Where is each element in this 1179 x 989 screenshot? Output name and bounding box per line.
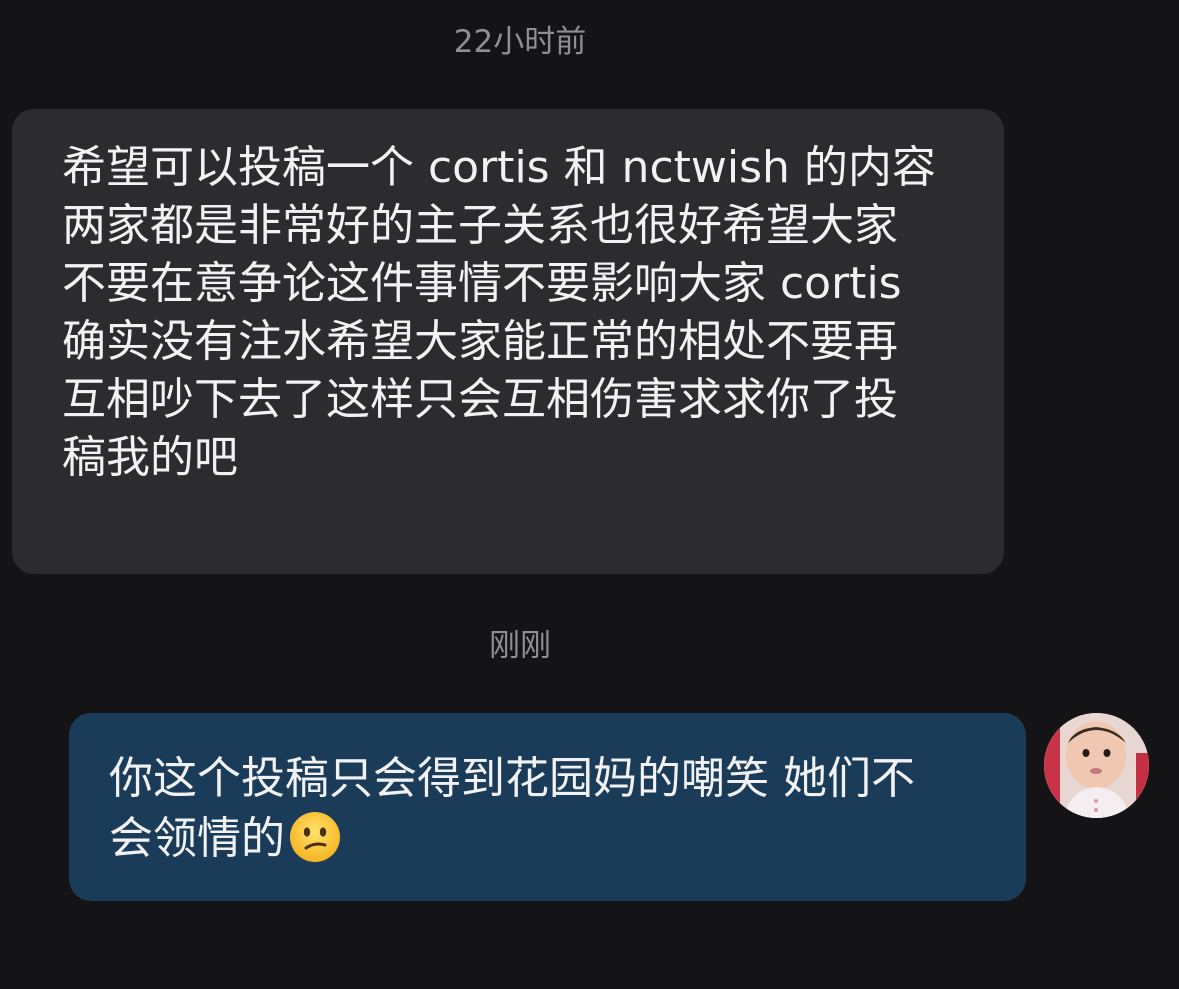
- message-timestamp: 22小时前: [453, 24, 587, 60]
- outgoing-message-bubble[interactable]: 你这个投稿只会得到花园妈的嘲笑 她们不 会领情的: [69, 713, 1026, 901]
- message-text-line: 希望可以投稿一个 cortis 和 nctwish 的内容: [62, 142, 936, 193]
- message-text-line: 确实没有注水希望大家能正常的相处不要再: [62, 316, 898, 367]
- message-text-line: 稿我的吧: [62, 432, 238, 483]
- user-avatar[interactable]: [1044, 713, 1149, 818]
- message-text-line: 你这个投稿只会得到花园妈的嘲笑 她们不: [109, 753, 915, 804]
- message-timestamp: 刚刚: [489, 628, 551, 664]
- incoming-message-bubble[interactable]: 希望可以投稿一个 cortis 和 nctwish 的内容 两家都是非常好的主子…: [12, 109, 1004, 574]
- message-text-line: 不要在意争论这件事情不要影响大家 cortis: [62, 258, 902, 309]
- chat-screen: 22小时前 希望可以投稿一个 cortis 和 nctwish 的内容 两家都是…: [0, 0, 1179, 989]
- message-text-line: 互相吵下去了这样只会互相伤害求求你了投: [62, 374, 898, 425]
- message-text-line: 两家都是非常好的主子关系也很好希望大家: [62, 200, 898, 251]
- message-text-line: 会领情的: [109, 809, 986, 869]
- baby-photo-avatar-icon: [1044, 713, 1149, 818]
- confused-face-emoji-icon: [289, 811, 341, 863]
- message-text: 会领情的: [109, 813, 285, 864]
